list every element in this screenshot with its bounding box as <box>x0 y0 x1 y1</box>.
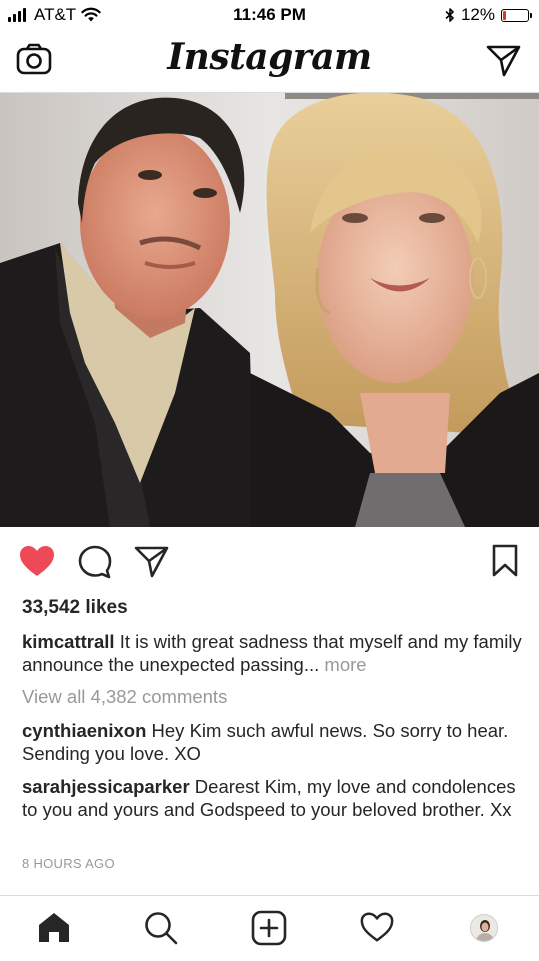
activity-heart-icon[interactable] <box>359 910 395 944</box>
battery-icon <box>501 8 532 22</box>
battery-percent: 12% <box>460 5 495 24</box>
profile-avatar[interactable] <box>470 914 498 942</box>
instagram-logo: Instagram <box>167 36 372 78</box>
post-timestamp: 8 HOURS AGO <box>22 856 115 871</box>
status-bar: AT&T 11:46 PM 12% <box>0 0 539 30</box>
bottom-tab-bar <box>0 895 539 961</box>
home-icon[interactable] <box>36 910 72 944</box>
comment-item: cynthiaenixon Hey Kim such awful news. S… <box>22 719 522 765</box>
search-icon[interactable] <box>143 910 179 946</box>
view-all-comments-link[interactable]: View all 4,382 comments <box>22 686 227 708</box>
caption-username[interactable]: kimcattrall <box>22 631 115 652</box>
like-count[interactable]: 33,542 likes <box>22 597 128 619</box>
post-caption: kimcattrall It is with great sadness tha… <box>22 630 522 676</box>
new-post-icon[interactable] <box>251 910 287 946</box>
bookmark-icon[interactable] <box>491 544 519 578</box>
post-photo[interactable] <box>0 93 539 527</box>
share-paper-plane-icon[interactable] <box>134 545 170 579</box>
photo-illustration <box>0 93 539 527</box>
comment-item: sarahjessicaparker Dearest Kim, my love … <box>22 775 522 821</box>
comment-username[interactable]: sarahjessicaparker <box>22 776 190 797</box>
post-actions <box>0 528 539 592</box>
comment-username[interactable]: cynthiaenixon <box>22 720 146 741</box>
top-navigation: Instagram <box>0 30 539 93</box>
caption-more-link[interactable]: more <box>324 654 366 675</box>
avatar-image <box>471 915 497 941</box>
comment-icon[interactable] <box>78 544 114 580</box>
bluetooth-icon <box>445 8 454 22</box>
status-right: 12% <box>445 5 532 25</box>
heart-icon[interactable] <box>18 544 56 578</box>
paper-plane-icon[interactable] <box>486 44 522 78</box>
